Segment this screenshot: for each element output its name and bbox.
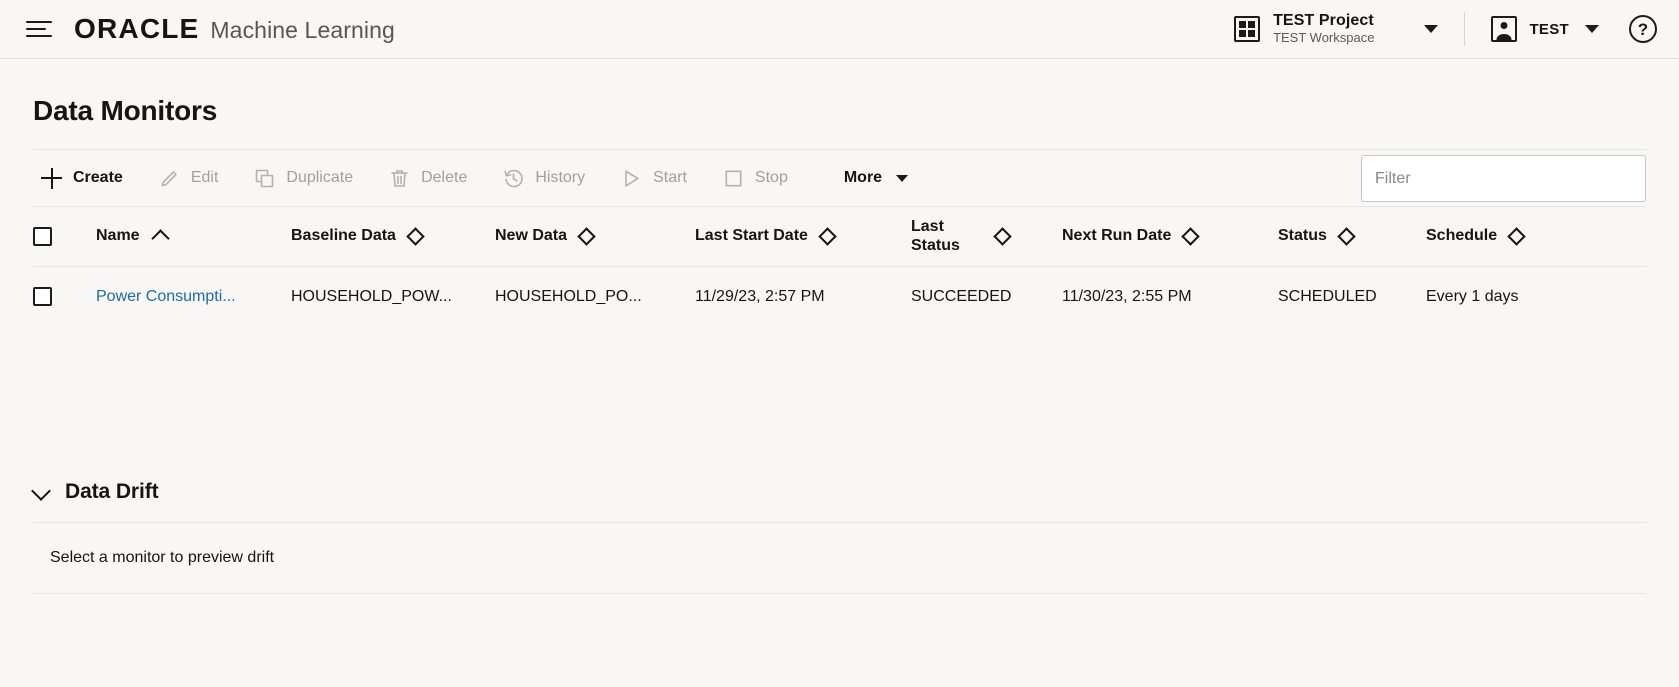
select-all-header <box>33 206 96 267</box>
page-content: Data Monitors Create Edit Duplicate Dele… <box>0 95 1679 594</box>
grid-icon <box>1234 15 1261 42</box>
start-button-label: Start <box>653 169 687 186</box>
project-name: TEST Project <box>1273 11 1374 29</box>
user-avatar-icon <box>1491 16 1518 42</box>
plus-icon <box>41 167 62 189</box>
play-icon <box>621 168 642 189</box>
column-header-new-data[interactable]: New Data <box>495 206 695 267</box>
user-name: TEST <box>1529 20 1569 38</box>
column-header-name-label: Name <box>96 227 140 245</box>
header-divider <box>1464 12 1466 46</box>
sort-toggle-icon[interactable] <box>409 228 422 245</box>
column-header-last-start-date-label: Last Start Date <box>695 227 808 245</box>
column-header-new-data-label: New Data <box>495 227 568 245</box>
data-drift-title: Data Drift <box>65 479 159 503</box>
column-header-last-start-date[interactable]: Last Start Date <box>695 206 911 267</box>
app-header: ORACLE Machine Learning TEST Project TES… <box>0 0 1679 59</box>
page-title: Data Monitors <box>33 95 218 126</box>
sort-toggle-icon[interactable] <box>1184 228 1197 245</box>
cell-next-run-date: 11/30/23, 2:55 PM <box>1062 287 1192 305</box>
column-header-baseline-data[interactable]: Baseline Data <box>291 206 495 267</box>
column-header-schedule-label: Schedule <box>1426 227 1498 245</box>
project-chevron-down-icon[interactable] <box>1424 25 1439 33</box>
more-menu-label: More <box>843 169 883 186</box>
column-header-last-status-label: Last Status <box>911 217 960 254</box>
user-menu[interactable]: TEST <box>1491 16 1569 42</box>
start-button[interactable]: Start <box>613 160 695 196</box>
header-right-group: TEST Project TEST Workspace TEST ? <box>1234 0 1657 58</box>
copy-icon <box>254 168 275 189</box>
cell-last-start-date: 11/29/23, 2:57 PM <box>695 287 825 305</box>
delete-button[interactable]: Delete <box>381 160 475 196</box>
help-question-icon[interactable]: ? <box>1629 15 1657 43</box>
sort-toggle-icon[interactable] <box>1510 228 1523 245</box>
cell-status: SCHEDULED <box>1278 287 1377 305</box>
history-icon <box>503 168 524 189</box>
sort-ascending-icon[interactable] <box>153 228 166 245</box>
data-drift-section-toggle[interactable]: Data Drift <box>33 480 1646 522</box>
duplicate-button-label: Duplicate <box>286 169 354 186</box>
brand-product-text: Machine Learning <box>210 17 395 43</box>
column-header-next-run-date[interactable]: Next Run Date <box>1062 206 1278 267</box>
column-header-last-status[interactable]: Last Status <box>911 206 1062 267</box>
column-header-baseline-data-label: Baseline Data <box>291 227 396 245</box>
trash-icon <box>389 168 410 189</box>
column-header-status[interactable]: Status <box>1278 206 1426 267</box>
stop-button-label: Stop <box>754 169 788 186</box>
duplicate-button[interactable]: Duplicate <box>246 160 361 196</box>
column-header-schedule[interactable]: Schedule <box>1426 206 1646 267</box>
column-header-next-run-date-label: Next Run Date <box>1062 227 1172 245</box>
create-button-label: Create <box>73 169 123 186</box>
project-text: TEST Project TEST Workspace <box>1273 12 1374 46</box>
data-drift-empty-state: Select a monitor to preview drift <box>33 521 1646 594</box>
monitor-name-link[interactable]: Power Consumpti... <box>96 288 236 305</box>
user-chevron-down-icon[interactable] <box>1585 25 1599 33</box>
column-header-status-label: Status <box>1278 227 1327 245</box>
chevron-down-icon <box>33 484 48 499</box>
row-select-cell <box>33 267 96 327</box>
sort-toggle-icon[interactable] <box>821 228 834 245</box>
cell-name: Power Consumpti... <box>96 267 291 327</box>
toolbar: Create Edit Duplicate Delete History Sta… <box>33 149 1646 206</box>
more-menu-button[interactable]: More <box>838 169 914 187</box>
stop-button[interactable]: Stop <box>715 160 796 196</box>
edit-button[interactable]: Edit <box>151 160 227 196</box>
history-button-label: History <box>535 169 586 186</box>
project-selector[interactable]: TEST Project TEST Workspace <box>1234 12 1378 46</box>
cell-schedule: Every 1 days <box>1426 287 1519 305</box>
cell-last-status: SUCCEEDED <box>911 287 1012 305</box>
hamburger-menu-icon[interactable] <box>26 16 52 42</box>
select-all-checkbox[interactable] <box>33 227 52 246</box>
sort-toggle-icon[interactable] <box>996 228 1009 245</box>
pencil-icon <box>159 168 180 189</box>
cell-new-data: HOUSEHOLD_PO... <box>495 287 642 305</box>
table-header-row: Name Baseline Data New Data Last Start D… <box>33 206 1646 267</box>
sort-toggle-icon[interactable] <box>580 228 593 245</box>
sort-toggle-icon[interactable] <box>1340 228 1353 245</box>
create-button[interactable]: Create <box>33 160 131 196</box>
brand-logo: ORACLE Machine Learning <box>74 13 395 45</box>
row-checkbox[interactable] <box>33 287 52 307</box>
edit-button-label: Edit <box>190 169 219 186</box>
brand-oracle-text: ORACLE <box>74 13 200 44</box>
project-workspace: TEST Workspace <box>1273 30 1375 46</box>
cell-baseline-data: HOUSEHOLD_POW... <box>291 287 452 305</box>
table-row[interactable]: Power Consumpti... HOUSEHOLD_POW... HOUS… <box>33 267 1646 327</box>
delete-button-label: Delete <box>421 169 468 186</box>
history-button[interactable]: History <box>495 160 593 196</box>
stop-icon <box>723 168 744 189</box>
data-drift-empty-message: Select a monitor to preview drift <box>50 548 275 566</box>
data-monitors-table: Name Baseline Data New Data Last Start D… <box>33 206 1646 327</box>
column-header-name[interactable]: Name <box>96 206 291 267</box>
caret-down-icon <box>896 174 909 182</box>
filter-input[interactable] <box>1361 155 1646 202</box>
